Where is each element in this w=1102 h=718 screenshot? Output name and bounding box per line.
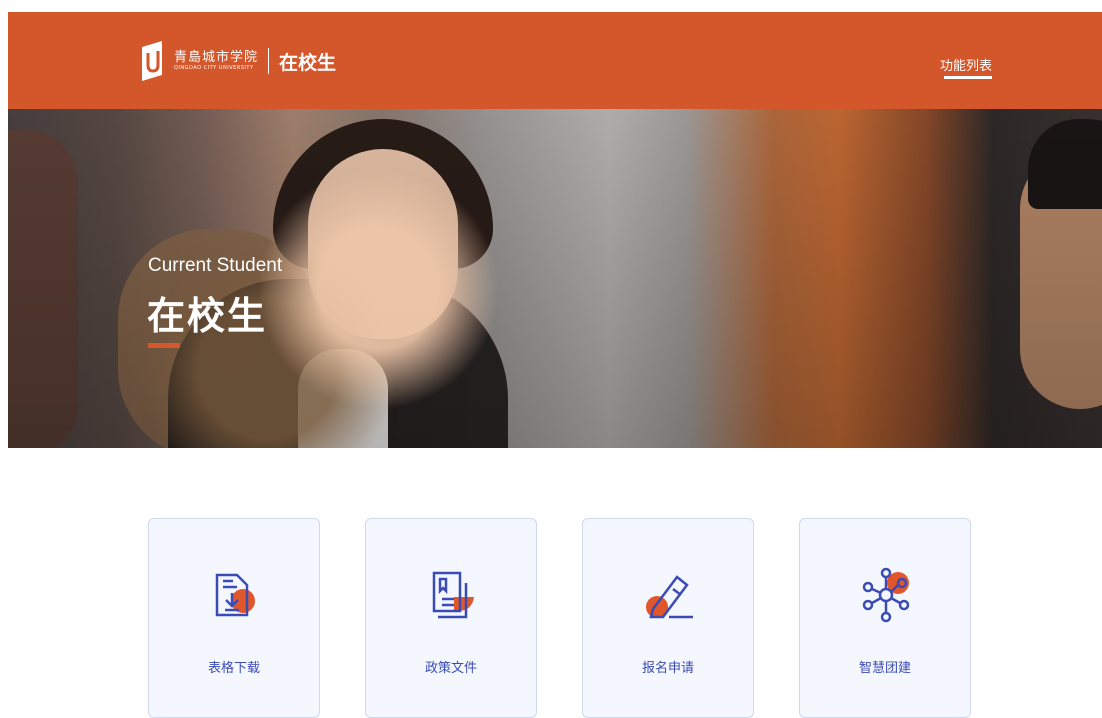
- card-policy-document[interactable]: 政策文件: [365, 518, 537, 718]
- header: 青島城市学院 QINGDAO CITY UNIVERSITY 在校生 功能列表: [8, 12, 1102, 109]
- hero-accent-bar: [148, 343, 180, 348]
- university-logo-icon: [142, 41, 162, 81]
- card-label: 表格下载: [207, 661, 260, 676]
- card-label: 政策文件: [424, 661, 477, 676]
- hero-subtitle: Current Student: [148, 255, 283, 276]
- logo-divider: [268, 48, 270, 74]
- nav-function-list[interactable]: 功能列表: [940, 55, 992, 74]
- logo[interactable]: 青島城市学院 QINGDAO CITY UNIVERSITY 在校生: [140, 32, 336, 90]
- form-download-icon: [215, 573, 255, 617]
- card-registration[interactable]: 报名申请: [582, 518, 754, 718]
- card-label: 智慧团建: [858, 661, 911, 676]
- registration-icon: [646, 575, 693, 619]
- section-title: 在校生: [279, 51, 337, 74]
- card-label: 报名申请: [641, 661, 694, 676]
- logo-en: QINGDAO CITY UNIVERSITY: [174, 65, 254, 71]
- hero-banner: Current Student 在校生: [8, 109, 1102, 448]
- nav-active-underline: [944, 76, 992, 79]
- policy-document-icon: [432, 571, 474, 619]
- network-icon: [862, 567, 910, 623]
- hero-title: 在校生: [147, 294, 268, 338]
- hero-photo-shade: [8, 109, 1102, 448]
- card-smart-league[interactable]: 智慧团建: [799, 518, 971, 718]
- logo-text: 青島城市学院 QINGDAO CITY UNIVERSITY: [174, 51, 258, 71]
- logo-cn: 青島城市学院: [174, 50, 259, 65]
- card-form-download[interactable]: 表格下载: [148, 518, 320, 718]
